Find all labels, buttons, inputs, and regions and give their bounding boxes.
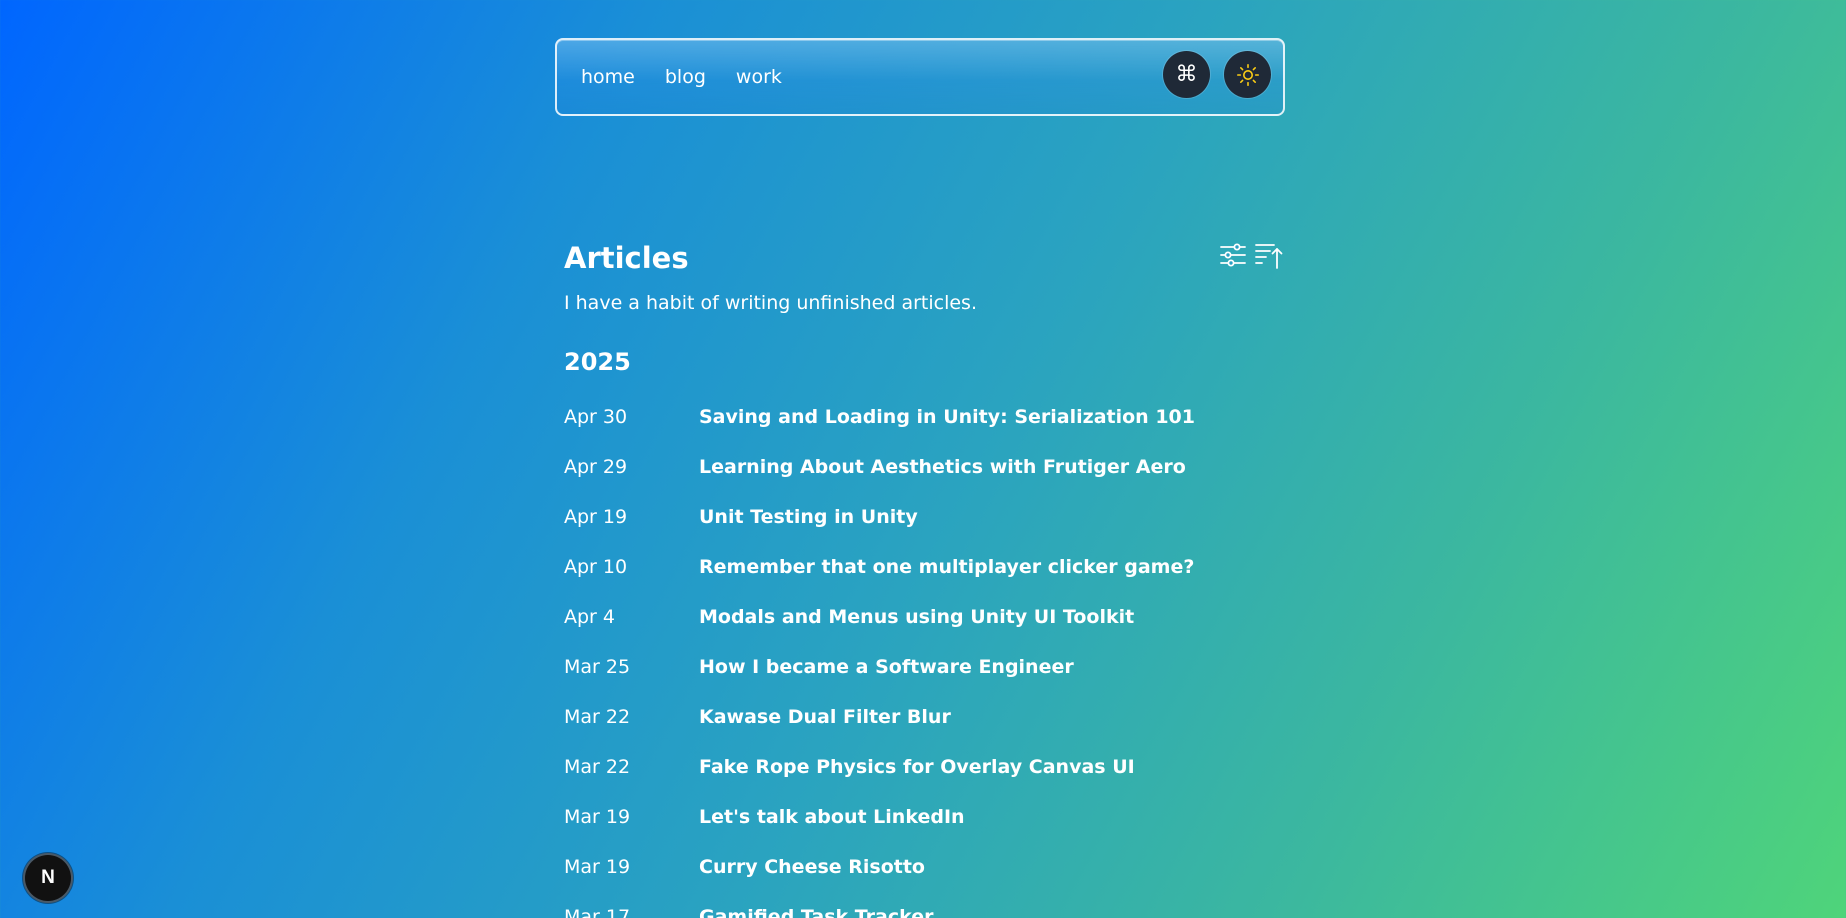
article-date: Apr 19 — [564, 506, 628, 528]
article-date: Apr 30 — [564, 406, 628, 428]
main-content: Articles I have a habit of writing unfin… — [564, 232, 1284, 918]
article-date: Mar 22 — [564, 706, 631, 728]
article-row: Apr 19 Unit Testing in Unity — [564, 492, 1284, 542]
article-date: Apr 10 — [564, 556, 628, 578]
article-date: Apr 4 — [564, 606, 615, 628]
article-row: Apr 4 Modals and Menus using Unity UI To… — [564, 592, 1284, 642]
list-tools — [1218, 240, 1284, 270]
next-dev-badge[interactable]: N — [25, 855, 71, 901]
article-link[interactable]: Gamified Task Tracker — [699, 906, 934, 918]
article-link[interactable]: Kawase Dual Filter Blur — [699, 706, 951, 728]
nav-links: home blog work — [581, 40, 782, 114]
command-palette-button[interactable]: ⌘ — [1163, 51, 1210, 98]
article-row: Mar 22 Fake Rope Physics for Overlay Can… — [564, 742, 1284, 792]
article-row: Mar 19 Let's talk about LinkedIn — [564, 792, 1284, 842]
article-date: Mar 19 — [564, 806, 631, 828]
year-heading: 2025 — [564, 348, 631, 376]
page-subtitle: I have a habit of writing unfinished art… — [564, 292, 977, 314]
article-link[interactable]: Unit Testing in Unity — [699, 506, 918, 528]
nav-link-home[interactable]: home — [581, 66, 635, 88]
article-row: Apr 10 Remember that one multiplayer cli… — [564, 542, 1284, 592]
article-date: Mar 25 — [564, 656, 631, 678]
article-row: Mar 22 Kawase Dual Filter Blur — [564, 692, 1284, 742]
article-link[interactable]: Fake Rope Physics for Overlay Canvas UI — [699, 756, 1135, 778]
article-link[interactable]: Saving and Loading in Unity: Serializati… — [699, 406, 1195, 428]
article-row: Mar 17 Gamified Task Tracker — [564, 892, 1284, 918]
article-date: Mar 19 — [564, 856, 631, 878]
filter-sliders-icon[interactable] — [1218, 240, 1248, 270]
sun-icon — [1236, 63, 1259, 86]
theme-toggle-button[interactable] — [1224, 51, 1271, 98]
nav-buttons: ⌘ — [1163, 51, 1271, 98]
article-date: Apr 29 — [564, 456, 628, 478]
article-link[interactable]: Modals and Menus using Unity UI Toolkit — [699, 606, 1134, 628]
nav-link-blog[interactable]: blog — [665, 66, 706, 88]
article-row: Apr 30 Saving and Loading in Unity: Seri… — [564, 392, 1284, 442]
article-row: Mar 19 Curry Cheese Risotto — [564, 842, 1284, 892]
article-link[interactable]: How I became a Software Engineer — [699, 656, 1074, 678]
article-date: Mar 17 — [564, 906, 631, 918]
article-list: Apr 30 Saving and Loading in Unity: Seri… — [564, 392, 1284, 918]
article-row: Apr 29 Learning About Aesthetics with Fr… — [564, 442, 1284, 492]
article-link[interactable]: Curry Cheese Risotto — [699, 856, 925, 878]
nav-link-work[interactable]: work — [736, 66, 782, 88]
article-date: Mar 22 — [564, 756, 631, 778]
next-logo-icon: N — [41, 867, 55, 888]
article-link[interactable]: Let's talk about LinkedIn — [699, 806, 965, 828]
page-title: Articles — [564, 241, 689, 275]
top-navigation-bar: home blog work ⌘ — [555, 38, 1285, 116]
sort-ascending-icon[interactable] — [1254, 240, 1284, 270]
article-link[interactable]: Remember that one multiplayer clicker ga… — [699, 556, 1194, 578]
article-row: Mar 25 How I became a Software Engineer — [564, 642, 1284, 692]
article-link[interactable]: Learning About Aesthetics with Frutiger … — [699, 456, 1186, 478]
command-icon: ⌘ — [1175, 61, 1198, 87]
